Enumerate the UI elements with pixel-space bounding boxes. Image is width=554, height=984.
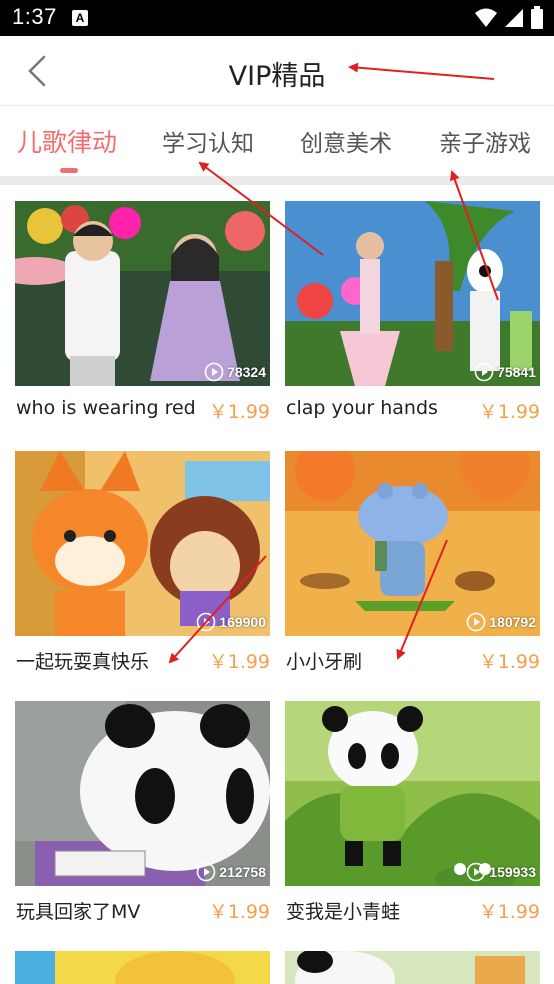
video-price: ￥1.99 [208,401,270,423]
tab-art[interactable]: 创意美术 [300,124,392,158]
video-card[interactable] [285,951,540,984]
video-title[interactable]: 玩具回家了MV [16,897,140,924]
play-count-value: 169900 [219,614,266,630]
play-icon [466,612,486,632]
play-count: 75841 [474,362,536,382]
status-time: 1:37 [12,4,57,29]
play-count: 159933 [466,862,536,882]
page-title: VIP精品 [228,61,326,92]
video-thumbnail[interactable]: 159933 [285,701,540,886]
video-price: ￥1.99 [478,651,540,673]
play-count: 212758 [196,862,266,882]
status-icons [474,6,544,30]
play-count-value: 75841 [497,364,536,380]
play-icon [466,862,486,882]
play-icon [204,362,224,382]
video-thumbnail[interactable]: 75841 [285,201,540,386]
divider [0,176,554,185]
battery-icon [531,6,543,29]
video-thumbnail[interactable]: 212758 [15,701,270,886]
play-count: 180792 [466,612,536,632]
play-count-value: 212758 [219,864,266,880]
a-box-icon: A [72,10,88,26]
play-count-value: 159933 [489,864,536,880]
video-thumbnail[interactable] [15,951,270,984]
video-price: ￥1.99 [478,901,540,923]
video-title[interactable]: 一起玩耍真快乐 [16,647,149,674]
video-price: ￥1.99 [208,651,270,673]
video-price: ￥1.99 [208,901,270,923]
status-bar: 1:37 A [0,0,554,36]
play-count-value: 180792 [489,614,536,630]
video-card[interactable] [15,951,270,984]
active-tab-indicator [60,168,78,173]
app-header: VIP精品 [0,36,554,106]
video-title[interactable]: 变我是小青蛙 [286,897,400,924]
video-title[interactable]: clap your hands [286,397,438,419]
play-count: 78324 [204,362,266,382]
video-thumbnail[interactable]: 169900 [15,451,270,636]
play-icon [196,862,216,882]
tab-games[interactable]: 亲子游戏 [439,124,531,158]
video-title[interactable]: 小小牙刷 [286,647,362,674]
play-icon [474,362,494,382]
play-count: 169900 [196,612,266,632]
tab-learning[interactable]: 学习认知 [162,124,254,158]
video-thumbnail[interactable]: 78324 [15,201,270,386]
video-thumbnail[interactable] [285,951,540,984]
video-thumbnail[interactable]: 180792 [285,451,540,636]
wifi-icon [475,8,497,27]
tab-songs[interactable]: 儿歌律动 [17,123,117,159]
video-grid: 78324 who is wearing red ￥1.99 75841 cla… [0,185,554,984]
category-tabs: 儿歌律动 学习认知 创意美术 亲子游戏 [0,106,554,174]
video-title[interactable]: who is wearing red [16,397,196,419]
signal-icon [505,9,523,27]
video-price: ￥1.99 [478,401,540,423]
play-icon [196,612,216,632]
play-count-value: 78324 [227,364,266,380]
